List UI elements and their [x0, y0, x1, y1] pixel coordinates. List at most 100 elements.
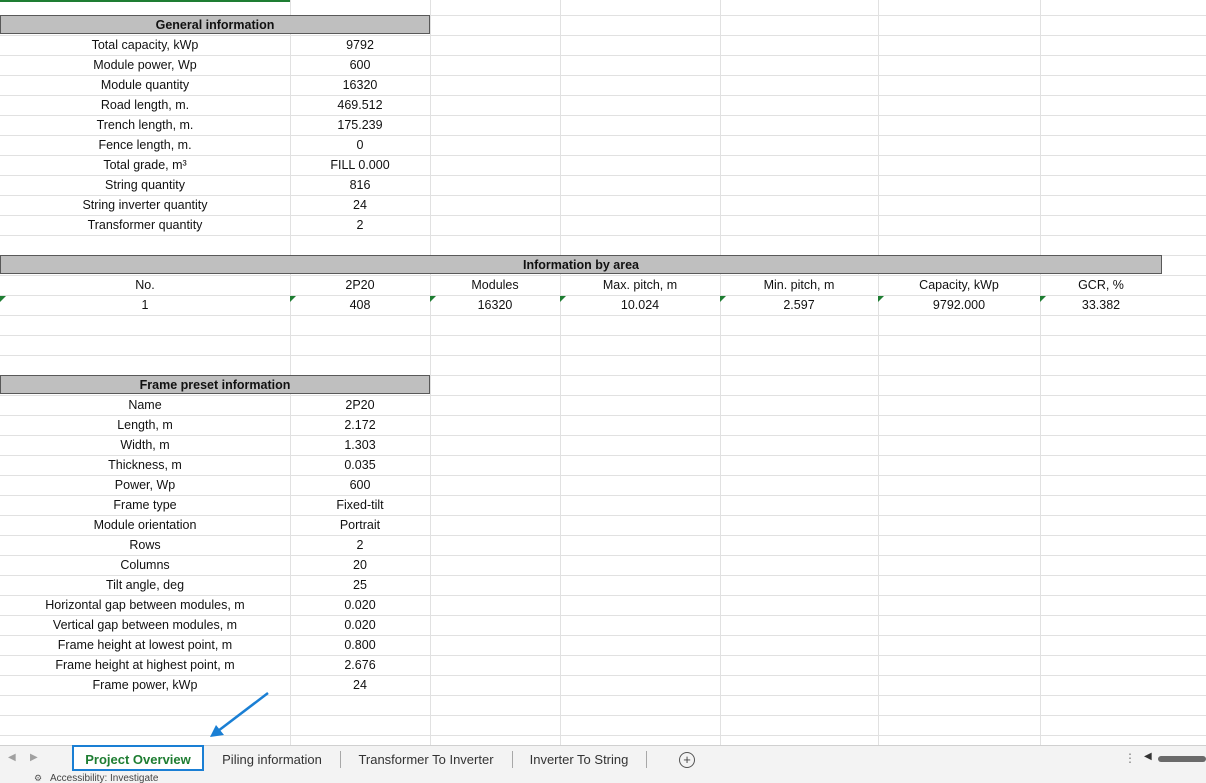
- tab-separator: [512, 751, 513, 768]
- frame-value-cell[interactable]: 0.020: [290, 595, 430, 615]
- frame-label-cell[interactable]: Name: [0, 395, 290, 415]
- area-data-cell[interactable]: 1: [0, 295, 290, 315]
- area-header-cell[interactable]: Capacity, kWp: [878, 275, 1040, 295]
- frame-value-cell[interactable]: 2: [290, 535, 430, 555]
- frame-value-cell[interactable]: 2.172: [290, 415, 430, 435]
- frame-label-cell[interactable]: Rows: [0, 535, 290, 555]
- frame-label-cell[interactable]: Frame height at highest point, m: [0, 655, 290, 675]
- general-value-cell[interactable]: 2: [290, 215, 430, 235]
- grid-row-line: [0, 315, 1206, 316]
- prev-sheet-icon[interactable]: ◀: [8, 752, 16, 763]
- general-value-cell[interactable]: 816: [290, 175, 430, 195]
- tab-inverter-to-string[interactable]: Inverter To String: [518, 746, 640, 773]
- frame-label-cell[interactable]: Width, m: [0, 435, 290, 455]
- frame-label-cell[interactable]: Horizontal gap between modules, m: [0, 595, 290, 615]
- general-value-cell[interactable]: 469.512: [290, 95, 430, 115]
- frame-label-cell[interactable]: Frame height at lowest point, m: [0, 635, 290, 655]
- area-data-cell[interactable]: 9792.000: [878, 295, 1040, 315]
- tab-separator: [646, 751, 647, 768]
- annotation-arrow: [210, 692, 269, 737]
- frame-value-cell[interactable]: 0.800: [290, 635, 430, 655]
- general-label-cell[interactable]: String inverter quantity: [0, 195, 290, 215]
- status-text[interactable]: Accessibility: Investigate: [50, 773, 158, 783]
- area-info-header: Information by area: [0, 255, 1162, 274]
- frame-label-cell[interactable]: Tilt angle, deg: [0, 575, 290, 595]
- number-as-text-indicator: [878, 296, 884, 302]
- grid-column-line: [430, 0, 431, 745]
- frame-value-cell[interactable]: 600: [290, 475, 430, 495]
- frame-value-cell[interactable]: 0.020: [290, 615, 430, 635]
- general-label-cell[interactable]: Transformer quantity: [0, 215, 290, 235]
- frame-value-cell[interactable]: 25: [290, 575, 430, 595]
- grid-row-line: [0, 355, 1206, 356]
- tab-project-overview[interactable]: Project Overview: [72, 745, 204, 771]
- general-label-cell[interactable]: Total capacity, kWp: [0, 35, 290, 55]
- number-as-text-indicator: [560, 296, 566, 302]
- frame-value-cell[interactable]: 1.303: [290, 435, 430, 455]
- grid-column-line: [720, 0, 721, 745]
- frame-value-cell[interactable]: 2P20: [290, 395, 430, 415]
- general-label-cell[interactable]: Road length, m.: [0, 95, 290, 115]
- general-label-cell[interactable]: String quantity: [0, 175, 290, 195]
- general-label-cell[interactable]: Total grade, m³: [0, 155, 290, 175]
- frame-label-cell[interactable]: Frame type: [0, 495, 290, 515]
- frame-value-cell[interactable]: Portrait: [290, 515, 430, 535]
- number-as-text-indicator: [720, 296, 726, 302]
- frame-label-cell[interactable]: Length, m: [0, 415, 290, 435]
- grid-row-line: [0, 335, 1206, 336]
- general-value-cell[interactable]: 16320: [290, 75, 430, 95]
- sheet-tab-bar: ◀ ▶ Project Overview Piling information …: [0, 745, 1206, 773]
- grid-row-line: [0, 715, 1206, 716]
- area-header-cell[interactable]: Modules: [430, 275, 560, 295]
- area-header-cell[interactable]: 2P20: [290, 275, 430, 295]
- area-data-cell[interactable]: 16320: [430, 295, 560, 315]
- area-data-cell[interactable]: 10.024: [560, 295, 720, 315]
- general-value-cell[interactable]: 24: [290, 195, 430, 215]
- frame-info-header: Frame preset information: [0, 375, 430, 394]
- general-value-cell[interactable]: FILL 0.000: [290, 155, 430, 175]
- accessibility-icon[interactable]: ⚙: [34, 773, 42, 783]
- spreadsheet-grid[interactable]: General information Total capacity, kWp 9…: [0, 0, 1206, 745]
- general-label-cell[interactable]: Module power, Wp: [0, 55, 290, 75]
- area-data-cell[interactable]: 33.382: [1040, 295, 1162, 315]
- tab-transformer-to-inverter[interactable]: Transformer To Inverter: [346, 746, 506, 773]
- general-value-cell[interactable]: 600: [290, 55, 430, 75]
- frame-label-cell[interactable]: Module orientation: [0, 515, 290, 535]
- grid-column-line: [878, 0, 879, 745]
- tab-separator: [340, 751, 341, 768]
- frame-value-cell[interactable]: 20: [290, 555, 430, 575]
- area-header-cell[interactable]: Min. pitch, m: [720, 275, 878, 295]
- status-bar: ⚙ Accessibility: Investigate: [0, 773, 1206, 783]
- number-as-text-indicator: [1040, 296, 1046, 302]
- general-value-cell[interactable]: 0: [290, 135, 430, 155]
- add-sheet-icon[interactable]: +: [679, 752, 695, 768]
- frame-value-cell[interactable]: Fixed-tilt: [290, 495, 430, 515]
- area-data-cell[interactable]: 2.597: [720, 295, 878, 315]
- general-info-header: General information: [0, 15, 430, 34]
- frame-label-cell[interactable]: Columns: [0, 555, 290, 575]
- horizontal-scrollbar[interactable]: [1158, 756, 1206, 762]
- next-sheet-icon[interactable]: ▶: [30, 752, 38, 763]
- tab-piling-information[interactable]: Piling information: [210, 746, 334, 773]
- area-data-cell[interactable]: 408: [290, 295, 430, 315]
- active-cell-indicator: [0, 0, 290, 2]
- grid-column-line: [1040, 0, 1041, 745]
- frame-value-cell[interactable]: 0.035: [290, 455, 430, 475]
- area-header-cell[interactable]: GCR, %: [1040, 275, 1162, 295]
- area-header-cell[interactable]: No.: [0, 275, 290, 295]
- more-options-icon[interactable]: ⋮: [1124, 751, 1136, 765]
- general-label-cell[interactable]: Module quantity: [0, 75, 290, 95]
- general-value-cell[interactable]: 175.239: [290, 115, 430, 135]
- general-label-cell[interactable]: Trench length, m.: [0, 115, 290, 135]
- number-as-text-indicator: [430, 296, 436, 302]
- frame-value-cell[interactable]: 24: [290, 675, 430, 695]
- grid-row-line: [0, 235, 1206, 236]
- scroll-left-icon[interactable]: ◀: [1144, 751, 1152, 762]
- frame-label-cell[interactable]: Power, Wp: [0, 475, 290, 495]
- frame-value-cell[interactable]: 2.676: [290, 655, 430, 675]
- frame-label-cell[interactable]: Thickness, m: [0, 455, 290, 475]
- general-label-cell[interactable]: Fence length, m.: [0, 135, 290, 155]
- frame-label-cell[interactable]: Vertical gap between modules, m: [0, 615, 290, 635]
- general-value-cell[interactable]: 9792: [290, 35, 430, 55]
- area-header-cell[interactable]: Max. pitch, m: [560, 275, 720, 295]
